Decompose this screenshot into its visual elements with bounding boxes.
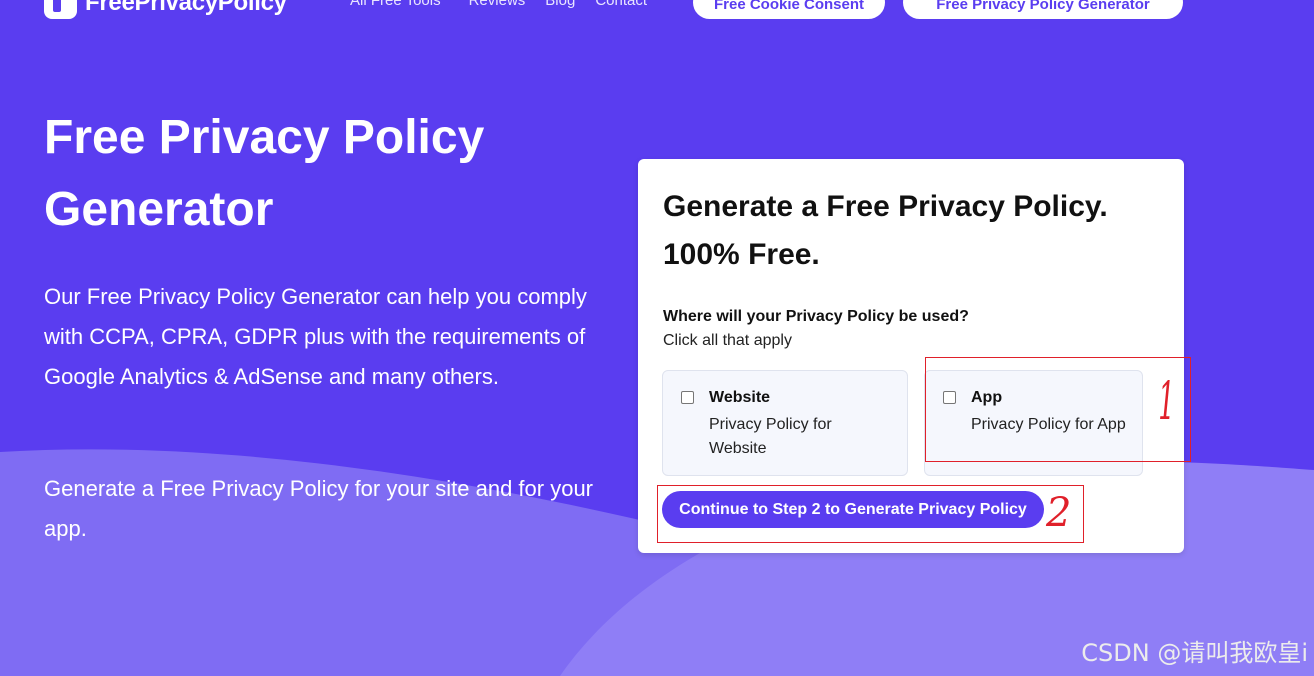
annotation-box-1 xyxy=(925,357,1191,462)
hero-title: Free Privacy Policy Generator xyxy=(44,111,485,236)
option-website-label: Website xyxy=(709,389,771,406)
annotation-number-2: 2 xyxy=(1046,490,1072,536)
nav-links: All Free Tools Reviews Blog Contact xyxy=(350,0,647,9)
website-checkbox[interactable] xyxy=(681,391,694,404)
hero-description: Our Free Privacy Policy Generator can he… xyxy=(44,284,587,389)
nav-link-reviews[interactable]: Reviews xyxy=(469,0,526,9)
option-website[interactable]: Website Privacy Policy for Website xyxy=(662,370,908,476)
annotation-box-2 xyxy=(657,485,1084,543)
watermark: CSDN @请叫我欧皇i xyxy=(1081,639,1308,667)
free-cookie-consent-button[interactable]: Free Cookie Consent xyxy=(693,0,885,19)
logo-text: FreePrivacyPolicy xyxy=(85,0,287,16)
nav-link-all-free-tools[interactable]: All Free Tools xyxy=(350,0,441,9)
hero-description-secondary: Generate a Free Privacy Policy for your … xyxy=(44,476,594,541)
free-privacy-policy-generator-button[interactable]: Free Privacy Policy Generator xyxy=(903,0,1183,19)
top-navigation: FreePrivacyPolicy All Free Tools Reviews… xyxy=(0,0,1314,20)
usage-question: Where will your Privacy Policy be used? xyxy=(663,308,969,325)
nav-link-contact[interactable]: Contact xyxy=(595,0,647,9)
nav-link-blog[interactable]: Blog xyxy=(545,0,575,9)
logo[interactable]: FreePrivacyPolicy xyxy=(44,0,287,19)
option-website-description: Privacy Policy for Website xyxy=(709,416,832,457)
usage-hint: Click all that apply xyxy=(663,332,792,349)
card-title: Generate a Free Privacy Policy. 100% Fre… xyxy=(663,190,1108,271)
annotation-number-1: 1 xyxy=(1158,372,1175,432)
logo-icon xyxy=(44,0,77,19)
